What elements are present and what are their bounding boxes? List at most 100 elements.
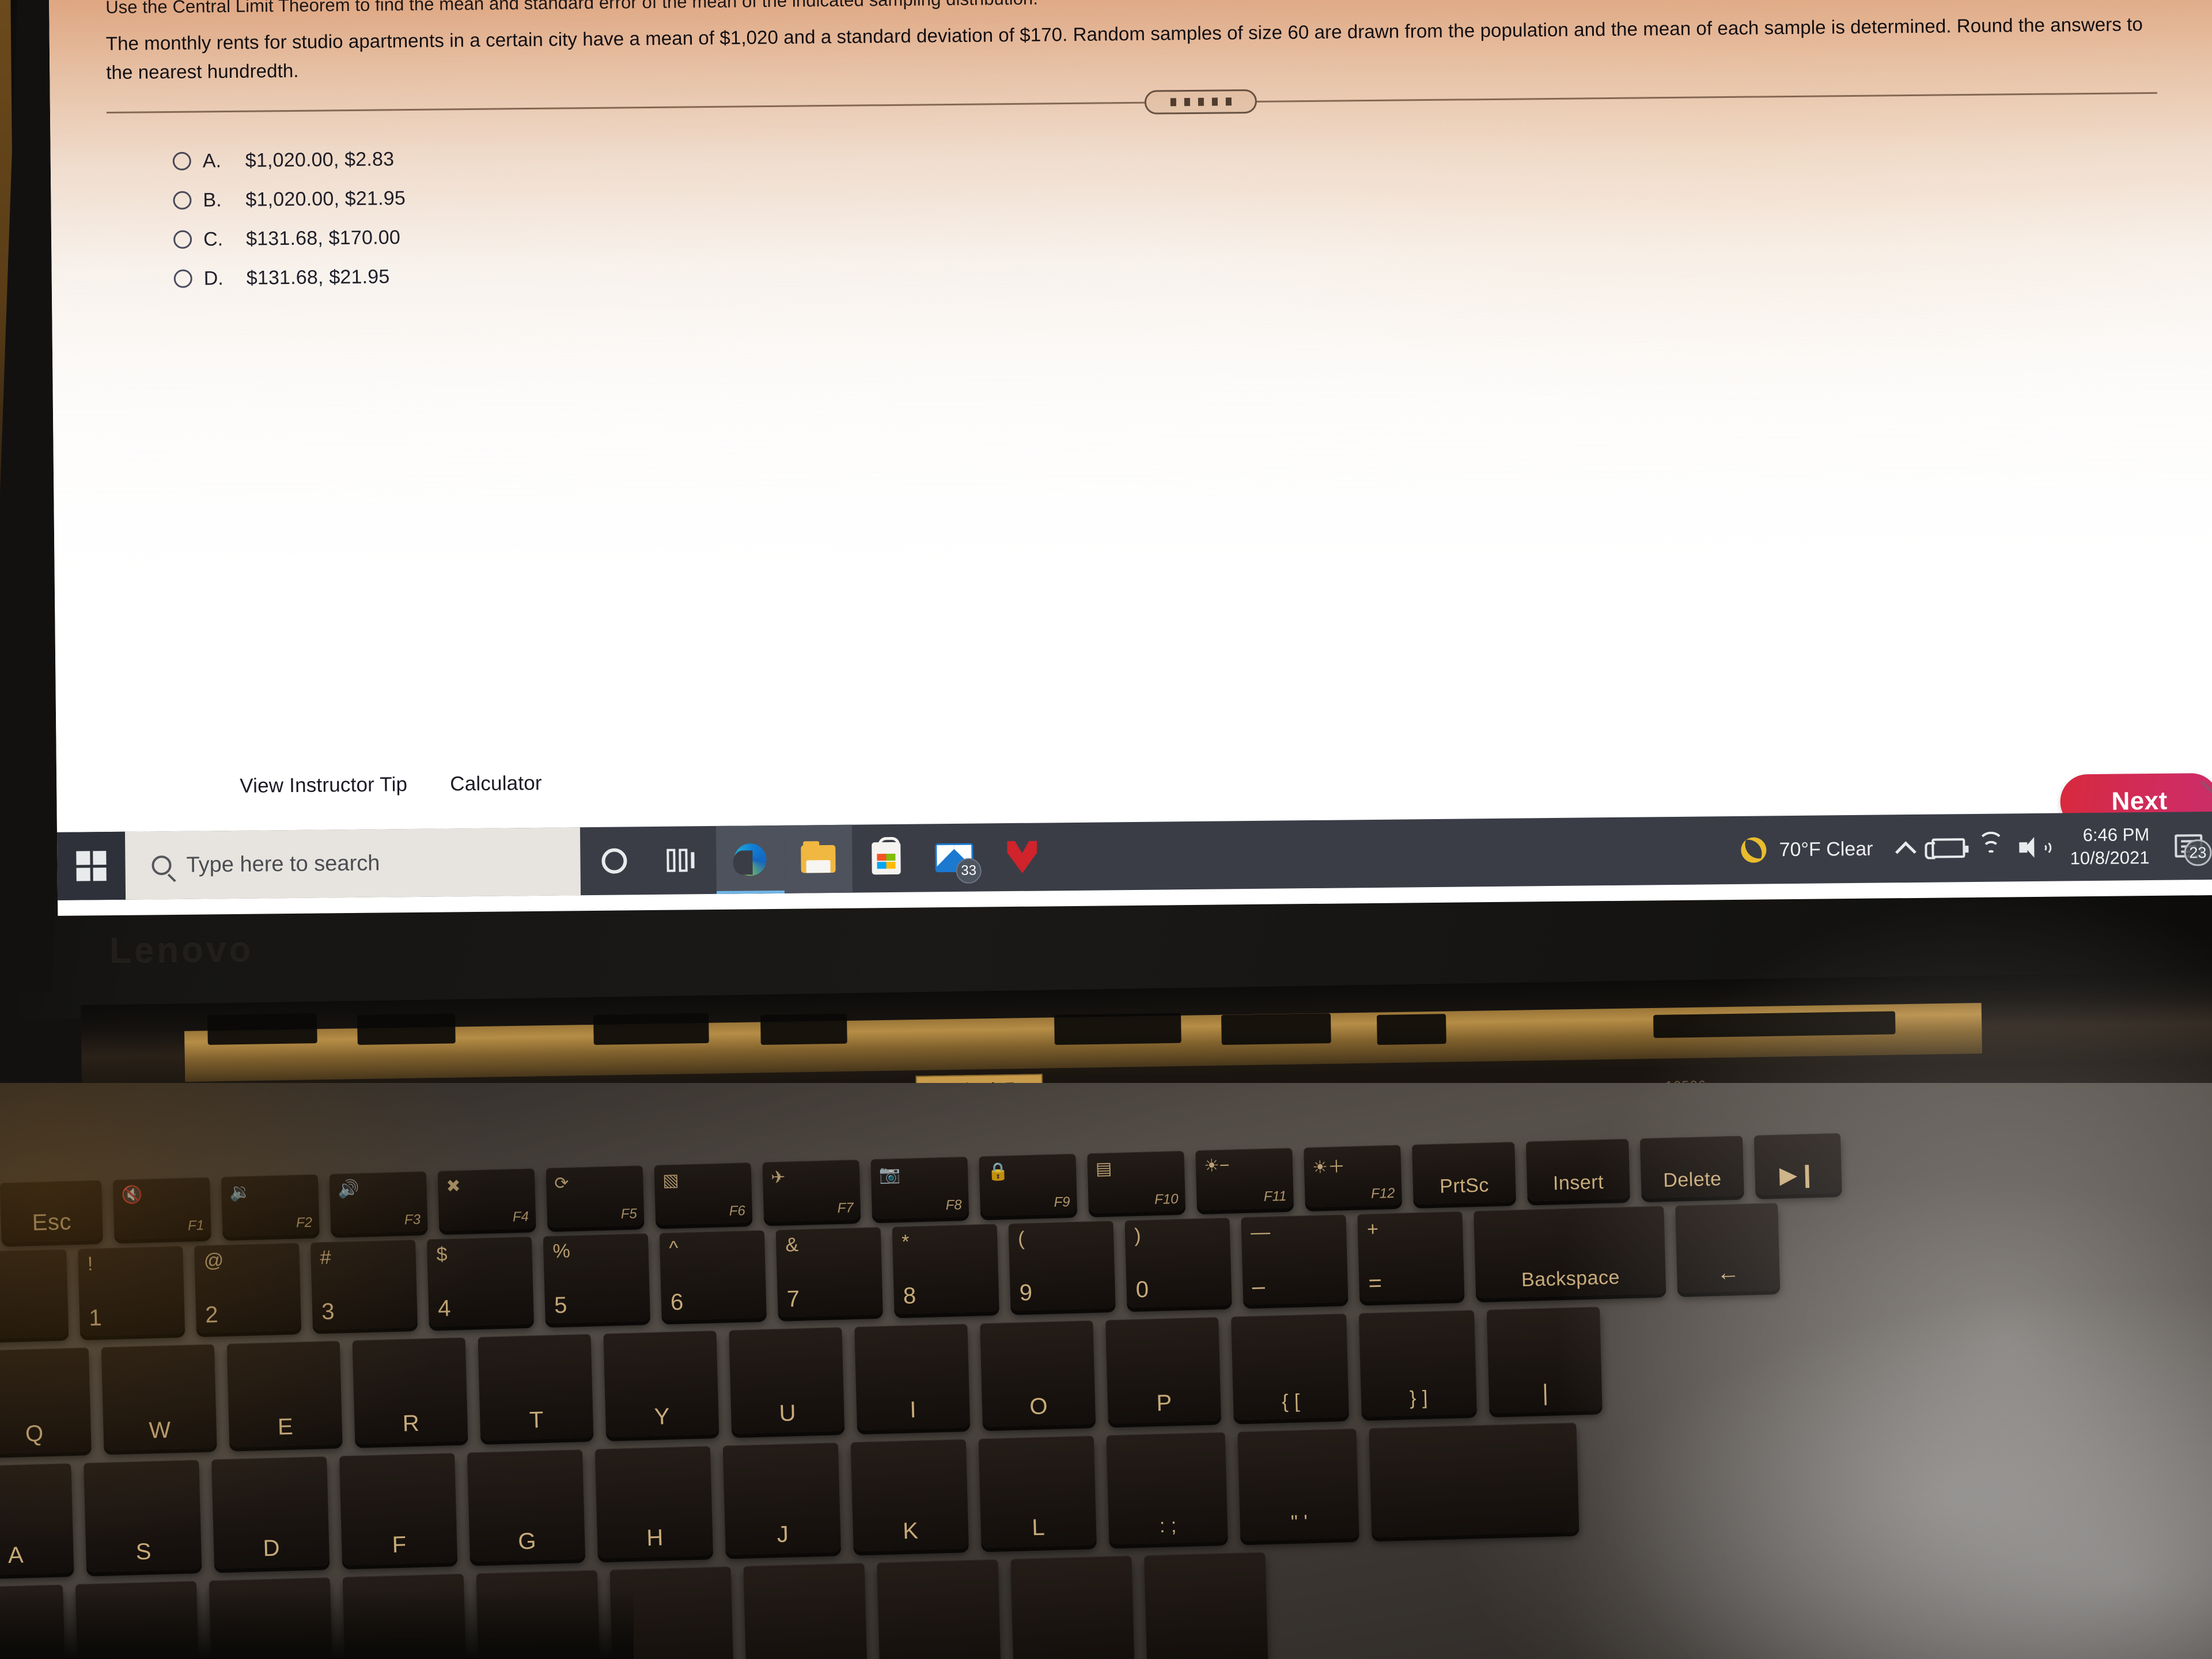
key-f[interactable]: F [339, 1453, 458, 1566]
key--[interactable]: + = [1357, 1211, 1465, 1302]
key-4[interactable]: $4 [426, 1236, 534, 1327]
key-blank-7[interactable] [1010, 1555, 1135, 1659]
key-8[interactable]: * 8 [892, 1224, 999, 1315]
key-f8[interactable]: 📷 F8 [870, 1156, 969, 1219]
key-7[interactable]: & 7 [775, 1227, 883, 1317]
key-blank-1[interactable] [209, 1577, 333, 1659]
key-blank-2[interactable] [342, 1573, 467, 1659]
key-j[interactable]: J [722, 1442, 841, 1555]
key-w[interactable]: W [101, 1344, 217, 1451]
key-enter[interactable] [1369, 1422, 1580, 1538]
key-f6[interactable]: ▧ F6 [654, 1162, 753, 1225]
key--[interactable]: { [ [1231, 1313, 1349, 1421]
key--[interactable]: ~` [0, 1249, 69, 1340]
file-explorer-icon[interactable] [783, 824, 853, 893]
key-f11[interactable]: ☀− F11 [1195, 1147, 1294, 1211]
microsoft-store-icon[interactable] [852, 824, 921, 893]
key-h[interactable]: H [594, 1446, 713, 1559]
touchpad-off-icon: ▧ [662, 1171, 680, 1191]
key-shift-label: ^ [668, 1237, 679, 1259]
key-k[interactable]: K [850, 1439, 969, 1552]
key--[interactable]: " ' [1237, 1428, 1359, 1541]
key-f10[interactable]: ▤ F10 [1087, 1150, 1186, 1214]
key-esc[interactable]: Esc [0, 1180, 103, 1243]
answer-choice-a[interactable]: A. $1,020.00, $2.83 [172, 139, 405, 181]
radio-button-b[interactable] [173, 191, 192, 210]
key-3[interactable]: #3 [310, 1239, 418, 1330]
key-q[interactable]: Q [0, 1347, 92, 1455]
radio-button-a[interactable] [172, 151, 191, 171]
mcafee-icon[interactable] [988, 823, 1056, 891]
key-f5[interactable]: ⟳ F5 [546, 1165, 645, 1228]
collapse-handle[interactable] [1144, 89, 1257, 115]
key-f3[interactable]: 🔊 F3 [329, 1171, 428, 1234]
wifi-icon[interactable] [1969, 813, 2013, 882]
key-i[interactable]: I [854, 1324, 971, 1431]
key-blank-5[interactable] [743, 1563, 868, 1659]
key-blank-6[interactable] [877, 1559, 1001, 1659]
key-f1[interactable]: 🔇 F1 [112, 1177, 211, 1240]
battery-icon[interactable] [1927, 814, 1970, 882]
key-t[interactable]: T [478, 1334, 594, 1441]
key-f2[interactable]: 🔉 F2 [221, 1174, 320, 1237]
key-label: { [ [1281, 1390, 1301, 1413]
key-g[interactable]: G [467, 1449, 586, 1562]
edge-icon[interactable] [715, 825, 785, 894]
key-0[interactable]: ) 0 [1124, 1217, 1232, 1308]
key-f12[interactable]: ☀＋ F12 [1304, 1145, 1402, 1208]
key--[interactable]: — – [1241, 1214, 1349, 1305]
notification-center-button[interactable]: 23 [2164, 812, 2212, 880]
key-o[interactable]: O [980, 1320, 1096, 1427]
key-f4[interactable]: ✖ F4 [437, 1168, 536, 1231]
key--[interactable]: } ] [1358, 1310, 1477, 1417]
key-blank-4[interactable] [609, 1566, 734, 1659]
moon-icon [1741, 837, 1767, 863]
key-r[interactable]: R [352, 1337, 468, 1444]
key-e[interactable]: E [226, 1340, 343, 1448]
key-fn-label: F10 [1154, 1191, 1179, 1208]
key-f9[interactable]: 🔒 F9 [979, 1153, 1078, 1217]
key-5[interactable]: % 5 [543, 1233, 650, 1324]
key-play-pause[interactable]: ▶❙ [1753, 1132, 1842, 1195]
key-backspace[interactable]: Backspace [1474, 1206, 1666, 1299]
key-d[interactable]: D [211, 1456, 330, 1569]
volume-icon[interactable] [2012, 813, 2055, 882]
key-blank-8[interactable] [1144, 1552, 1268, 1659]
cortana-icon[interactable] [580, 827, 649, 895]
key-delete[interactable]: Delete [1639, 1135, 1744, 1199]
choice-text-b: $1,020.00, $21.95 [245, 187, 406, 211]
task-view-icon[interactable] [648, 826, 717, 895]
key-prtsc[interactable]: PrtSc [1412, 1142, 1516, 1205]
answer-choice-c[interactable]: C. $131.68, $170.00 [173, 218, 406, 259]
radio-button-c[interactable] [173, 230, 192, 249]
clock[interactable]: 6:46 PM 10/8/2021 [2055, 823, 2165, 870]
mail-icon[interactable]: 33 [920, 823, 988, 892]
key-u[interactable]: U [729, 1327, 845, 1434]
calculator-link[interactable]: Calculator [450, 772, 542, 796]
key-blank-3[interactable] [476, 1570, 600, 1659]
key-s[interactable]: S [84, 1460, 202, 1573]
radio-button-d[interactable] [173, 269, 192, 288]
answer-choice-b[interactable]: B. $1,020.00, $21.95 [173, 179, 406, 220]
key-a[interactable]: A [0, 1463, 74, 1576]
weather-widget[interactable]: 70°F Clear [1721, 836, 1884, 863]
key-l[interactable]: L [978, 1435, 1097, 1548]
key-z[interactable]: Z [0, 1584, 66, 1659]
key-1[interactable]: ! 1 [78, 1245, 185, 1336]
start-button[interactable] [56, 831, 126, 900]
key-y[interactable]: Y [603, 1330, 719, 1438]
key-2[interactable]: @2 [194, 1243, 302, 1334]
key--[interactable]: | [1486, 1306, 1603, 1414]
show-hidden-icons-button[interactable] [1884, 815, 1927, 883]
key-insert[interactable]: Insert [1526, 1138, 1630, 1202]
key--[interactable]: : ; [1106, 1432, 1228, 1545]
view-instructor-tip-link[interactable]: View Instructor Tip [240, 773, 407, 798]
answer-choice-d[interactable]: D. $131.68, $21.95 [173, 257, 406, 298]
key-blank-0[interactable] [75, 1581, 199, 1659]
key-nav[interactable]: ← [1675, 1202, 1781, 1293]
search-input[interactable]: Type here to search [124, 827, 581, 900]
key-f7[interactable]: ✈ F7 [762, 1160, 861, 1222]
key-p[interactable]: P [1105, 1317, 1221, 1424]
key-9[interactable]: (9 [1008, 1221, 1116, 1311]
key-6[interactable]: ^ 6 [659, 1230, 767, 1321]
